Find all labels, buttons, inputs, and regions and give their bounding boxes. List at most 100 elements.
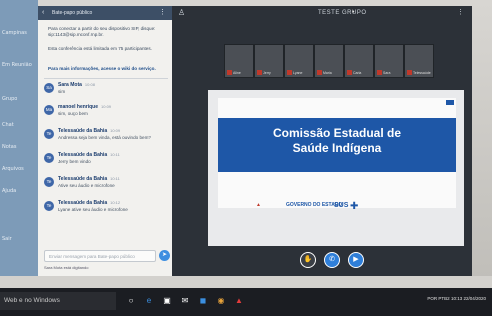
sus-logo-text: SUS (334, 202, 349, 209)
message-text: Andressa seja bem vinda, está ouvindo be… (58, 135, 151, 140)
chat-options-icon[interactable]: ⋮ (159, 6, 166, 20)
sus-cross-icon: ✚ (350, 201, 359, 212)
limit-notice: Esta conferência está limitada em 75 par… (48, 46, 152, 51)
task-view-icon[interactable]: ○ (126, 296, 136, 306)
avatar: Te (44, 177, 54, 187)
webcam-thumbnail[interactable]: Aline (224, 44, 254, 78)
webcam-thumbnail[interactable]: Telessaúde (404, 44, 434, 78)
store-icon[interactable]: ▣ (162, 296, 172, 306)
message-time: 10:11 (110, 152, 120, 157)
webcam-name: Lyane (293, 71, 303, 75)
tray-lang: POR PTB2 (427, 296, 450, 301)
message-time: 10:09 (101, 104, 112, 109)
avatar: Sa (44, 83, 54, 93)
typing-indicator: Sara Mota está digitando (44, 265, 89, 270)
webcam-name: Carla (353, 71, 362, 75)
pdf-icon[interactable]: ▲ (234, 296, 244, 306)
webcam-thumbnail[interactable]: Maria (314, 44, 344, 78)
public-chat-panel: ‹ Bate-papo público ⋮ Para conectar a pa… (38, 6, 172, 276)
chat-header: ‹ Bate-papo público ⋮ (38, 6, 172, 20)
sidebar-item[interactable]: Grupo (2, 96, 36, 114)
sender-name: Telessaúde da Bahia (58, 200, 108, 206)
tray-time: 10:13 (450, 296, 463, 301)
sender-name: Telessaúde da Bahia (58, 128, 108, 134)
chat-message: Te Telessaúde da Bahia 10:11 Jerry bem vi… (44, 152, 168, 170)
audio-phone-button[interactable]: ✆ (324, 252, 340, 268)
message-text: sim, ouço bem (58, 111, 88, 116)
sidebar-item[interactable]: Sair (2, 236, 36, 254)
message-text: sim (58, 89, 66, 94)
windows-taskbar: Web e no Windows ○ e ▣ ✉ ◼ ◉ ▲ POR PTB2 … (0, 288, 492, 316)
chat-message-input[interactable]: Enviar mensagem para Bate-papo público (44, 250, 156, 262)
message-time: 10:08 (84, 82, 95, 87)
webcam-thumbnail[interactable]: Carla (344, 44, 374, 78)
slide-logos: ▲ GOVERNO DO ESTADO SUS ✚ (256, 201, 396, 216)
edge-icon[interactable]: e (144, 296, 154, 306)
mic-muted-icon (257, 70, 262, 75)
sender-name: Sara Mota (58, 82, 82, 88)
settings-icon[interactable]: ⋮ (457, 8, 464, 16)
message-time: 10:12 (110, 200, 121, 205)
recording-dot-icon: • (352, 9, 355, 16)
avatar: Te (44, 129, 54, 139)
meeting-controls: ✋ ✆ ▶ (172, 250, 472, 274)
slide-title-line2: Saúde Indígena (292, 141, 382, 155)
avatar: Ma (44, 105, 54, 115)
sidebar-item[interactable]: Arquivos (2, 166, 36, 184)
sidebar-item[interactable]: Campinas (2, 30, 36, 48)
mic-muted-icon (377, 70, 382, 75)
chrome-icon[interactable]: ◉ (216, 296, 226, 306)
mic-toggle-button[interactable]: ✋ (300, 252, 316, 268)
webcam-thumbnail[interactable]: Sara (374, 44, 404, 78)
message-time: 10:09 (110, 128, 121, 133)
webcam-thumbnail[interactable]: Jerry (254, 44, 284, 78)
app-icon[interactable]: ◼ (198, 296, 208, 306)
avatar: Te (44, 201, 54, 211)
webcam-name: Jerry (263, 71, 271, 75)
avatar: Te (44, 153, 54, 163)
presentation-area: Comissão Estadual de Saúde Indígena ▲ GO… (208, 90, 464, 246)
slide-title-line1: Comissão Estadual de (272, 126, 402, 140)
webcam-name: Telessaúde (413, 71, 431, 75)
sidebar-item[interactable]: Em Reunião (2, 62, 36, 80)
sidebar-item[interactable]: Ajuda (2, 188, 36, 206)
webcam-name: Sara (383, 71, 391, 75)
user-list-icon[interactable]: ♙ (178, 8, 185, 17)
mic-muted-icon (317, 70, 322, 75)
taskbar-search[interactable]: Web e no Windows (0, 292, 116, 310)
divider (44, 78, 168, 79)
mic-muted-icon (227, 70, 232, 75)
bahia-flag-icon: ▲ (256, 202, 261, 208)
browser-status-bar (0, 276, 492, 288)
sender-name: Telessaúde da Bahia (58, 176, 108, 182)
mic-muted-icon (347, 70, 352, 75)
meeting-area: ♙ TESTE GRUPO • ⋮ Aline Jerry Lyane Mari… (172, 6, 472, 276)
mail-icon[interactable]: ✉ (180, 296, 190, 306)
chat-message: Te Telessaúde da Bahia 10:11 Ative seu áu… (44, 176, 168, 194)
sidebar-item[interactable]: Notas (2, 144, 36, 162)
camera-button[interactable]: ▶ (348, 252, 364, 268)
mic-muted-icon (287, 70, 292, 75)
webcam-thumbnail[interactable]: Lyane (284, 44, 314, 78)
system-tray: POR PTB2 10:13 22/04/2020 (427, 296, 486, 301)
presentation-slide: Comissão Estadual de Saúde Indígena (218, 98, 456, 208)
webcam-name: Maria (323, 71, 332, 75)
tray-date: 22/04/2020 (463, 296, 486, 301)
app-sidebar: Campinas Em Reunião Grupo Chat Notas Arq… (0, 0, 38, 276)
sender-name: Telessaúde da Bahia (58, 152, 108, 158)
send-icon[interactable]: ➤ (159, 250, 170, 261)
meeting-header: ♙ TESTE GRUPO • ⋮ (172, 6, 472, 22)
chat-message: Te Telessaúde da Bahia 10:09 Andressa sej… (44, 128, 168, 146)
webcam-name: Aline (233, 71, 241, 75)
message-text: Lyane ative seu áudio e microfone (58, 207, 128, 212)
slide-corner-mark (446, 100, 454, 105)
message-text: Jerry bem vindo (58, 159, 91, 164)
wiki-link[interactable]: Para mais informações, acesse o wiki do … (48, 66, 166, 72)
chat-message: Ma manoel henrique 10:09 sim, ouço bem (44, 104, 168, 122)
close-chat-icon[interactable]: ‹ (42, 6, 44, 20)
slide-title: Comissão Estadual de Saúde Indígena (218, 126, 456, 156)
sidebar-item[interactable]: Chat (2, 122, 36, 140)
sender-name: manoel henrique (58, 104, 99, 110)
chat-message: Sa Sara Mota 10:08 sim (44, 82, 168, 100)
chat-message: Te Telessaúde da Bahia 10:12 Lyane ative … (44, 200, 168, 218)
